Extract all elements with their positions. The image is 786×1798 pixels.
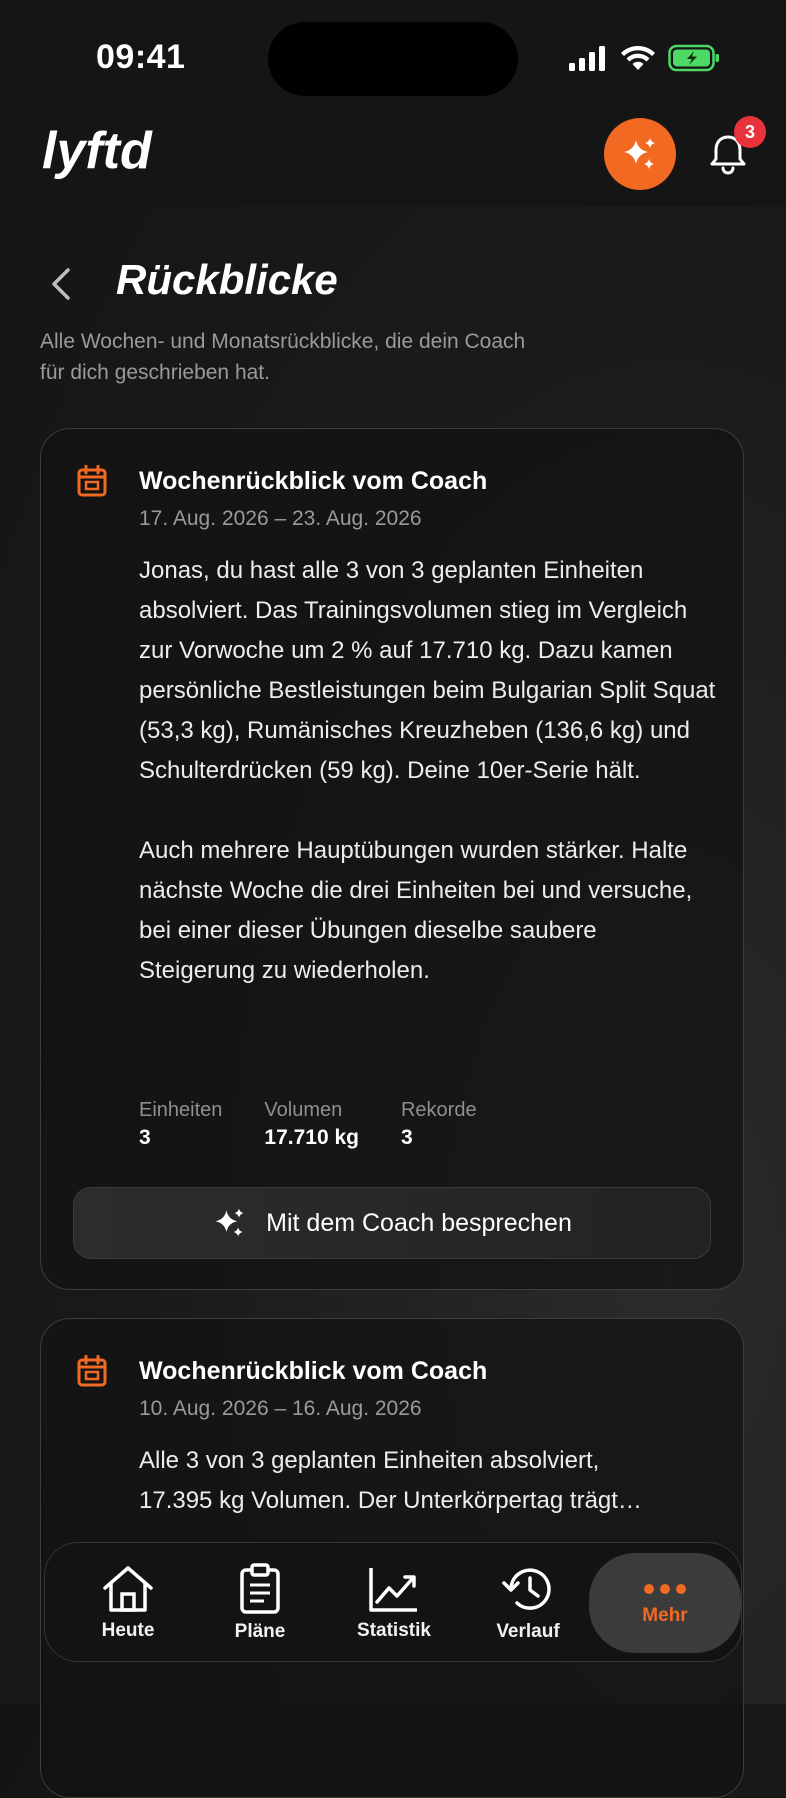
stat-value: 3 xyxy=(400,1126,413,1149)
signal-icon xyxy=(569,46,605,71)
calendar-icon xyxy=(77,1355,107,1387)
notification-badge: 3 xyxy=(734,116,766,148)
discuss-with-coach-button[interactable]: Mit dem Coach besprechen xyxy=(73,1187,711,1259)
chart-icon xyxy=(369,1568,417,1612)
stat-label: Volumen xyxy=(264,1099,343,1121)
stat-value: 17.710 kg xyxy=(264,1126,359,1149)
stat-sessions: Einheiten 3 xyxy=(139,1097,222,1153)
stat-volume: Volumen 17.710 kg xyxy=(264,1097,359,1153)
stat-value: 3 xyxy=(139,1126,151,1149)
tab-label: Pläne xyxy=(234,1621,286,1642)
tab-bar: Heute Pläne Statistik Verlauf Mehr xyxy=(44,1542,742,1662)
review-body: Jonas, du hast alle 3 von 3 geplanten Ei… xyxy=(139,551,719,1031)
stat-records: Rekorde 3 xyxy=(401,1097,477,1153)
lyftd-logo: lyftd xyxy=(42,122,153,180)
ai-coach-button[interactable] xyxy=(604,118,676,190)
tab-mehr[interactable]: Mehr xyxy=(589,1553,741,1653)
review-card[interactable]: Wochenrückblick vom Coach 17. Aug. 2026 … xyxy=(40,428,744,1290)
stat-label: Rekorde xyxy=(400,1099,477,1121)
sparkles-icon xyxy=(624,138,655,169)
review-line-2: 17.395 kg Volumen. Der Unterkörpertag tr… xyxy=(139,1487,642,1514)
battery-icon xyxy=(668,44,719,72)
page-subtitle-line-1: Alle Wochen- und Monatsrückblicke, die d… xyxy=(40,330,526,353)
tab-label: Statistik xyxy=(357,1620,431,1641)
calendar-icon xyxy=(77,465,107,497)
logo-text: lyftd xyxy=(42,122,153,180)
tab-label: Mehr xyxy=(642,1605,688,1626)
tab-statistik[interactable]: Statistik xyxy=(329,1543,459,1663)
review-date: 10. Aug. 2026 – 16. Aug. 2026 xyxy=(139,1397,422,1420)
page-subtitle-line-2: für dich geschrieben hat. xyxy=(40,361,270,384)
review-paragraph-1: Jonas, du hast alle 3 von 3 geplanten Ei… xyxy=(139,557,716,784)
clipboard-icon xyxy=(240,1563,280,1614)
page-title: Rückblicke xyxy=(116,256,338,303)
review-title: Wochenrückblick vom Coach xyxy=(139,467,488,495)
status-icons xyxy=(568,44,720,72)
review-stats: Einheiten 3 Volumen 17.710 kg Rekorde 3 xyxy=(139,1097,477,1153)
dynamic-island xyxy=(268,22,518,96)
review-title: Wochenrückblick vom Coach xyxy=(139,1357,488,1385)
discuss-button-label: Mit dem Coach besprechen xyxy=(266,1208,572,1237)
tab-plaene[interactable]: Pläne xyxy=(195,1543,325,1663)
tab-label: Verlauf xyxy=(496,1621,560,1642)
stat-label: Einheiten xyxy=(139,1099,223,1121)
history-icon xyxy=(502,1568,551,1610)
tab-heute[interactable]: Heute xyxy=(63,1543,193,1663)
review-paragraph-2: Auch mehrere Hauptübungen wurden stärker… xyxy=(139,837,693,984)
review-body: Alle 3 von 3 geplanten Einheiten absolvi… xyxy=(139,1441,719,1521)
page-subtitle: Alle Wochen- und Monatsrückblicke, die d… xyxy=(40,326,660,388)
review-date: 17. Aug. 2026 – 23. Aug. 2026 xyxy=(139,507,422,530)
wifi-icon xyxy=(621,45,655,70)
tab-verlauf[interactable]: Verlauf xyxy=(463,1543,593,1663)
status-time: 09:41 xyxy=(96,38,186,76)
tab-label: Heute xyxy=(101,1620,155,1641)
home-icon xyxy=(103,1566,153,1612)
more-icon xyxy=(644,1584,686,1594)
sparkles-icon xyxy=(215,1208,244,1237)
back-arrow-icon[interactable] xyxy=(44,264,80,304)
review-line-1: Alle 3 von 3 geplanten Einheiten absolvi… xyxy=(139,1447,600,1474)
